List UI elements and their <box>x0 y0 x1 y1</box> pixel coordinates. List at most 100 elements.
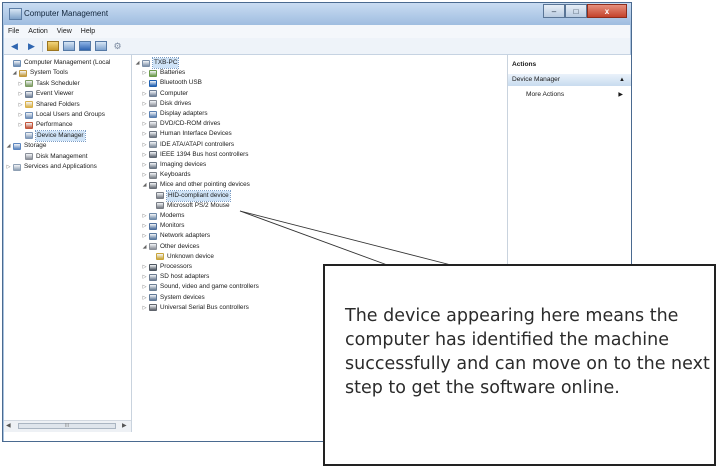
expand-arrow-icon[interactable]: ▷ <box>141 160 148 170</box>
device-tree-item[interactable]: ▷ Imaging devices <box>141 160 206 170</box>
device-tree-item[interactable]: ▷ Human Interface Devices <box>141 129 232 139</box>
tree-item-label: Disk drives <box>160 99 192 107</box>
expand-arrow-icon[interactable]: ▷ <box>141 68 148 78</box>
device-tree-item[interactable]: ▷ DVD/CD-ROM drives <box>141 119 220 129</box>
tree-item[interactable]: Disk Management <box>17 152 88 162</box>
console-tree-icon[interactable] <box>63 41 75 51</box>
device-tree-item[interactable]: ▷ Disk drives <box>141 99 191 109</box>
expand-arrow-icon[interactable]: ▷ <box>141 262 148 272</box>
expand-arrow-icon[interactable]: ▷ <box>141 99 148 109</box>
tree-item-label: Task Scheduler <box>36 79 80 87</box>
maximize-button[interactable]: □ <box>565 4 587 18</box>
menu-view[interactable]: View <box>57 28 72 35</box>
other-devices-icon <box>149 243 157 251</box>
tree-item[interactable]: ▷ Shared Folders <box>17 100 80 110</box>
expand-arrow-icon[interactable]: ▷ <box>141 129 148 139</box>
actions-section-device-manager[interactable]: Device Manager ▲ <box>508 74 631 86</box>
device-tree-item[interactable]: ▷ Keyboards <box>141 170 191 180</box>
expand-arrow-icon[interactable]: ▷ <box>17 100 24 110</box>
device-tree-item[interactable]: ▷ Display adapters <box>141 109 208 119</box>
expand-arrow-icon[interactable]: ▷ <box>141 109 148 119</box>
tree-item[interactable]: Computer Management (Local <box>5 58 110 68</box>
device-tree-item[interactable]: ▷ Computer <box>141 89 188 99</box>
tree-item[interactable]: ▷ Services and Applications <box>5 162 97 172</box>
tree-item-label: Performance <box>36 121 73 129</box>
device-tree-item[interactable]: ◢ TXB-PC <box>134 57 180 69</box>
expand-arrow-icon[interactable]: ▷ <box>17 79 24 89</box>
expand-arrow-icon[interactable]: ▷ <box>141 293 148 303</box>
menu-help[interactable]: Help <box>81 28 95 35</box>
device-tree-item[interactable]: ▷ IEEE 1394 Bus host controllers <box>141 150 248 160</box>
tree-item[interactable]: ▷ Performance <box>17 120 73 130</box>
device-tree-item[interactable]: Microsoft PS/2 Mouse <box>148 201 230 211</box>
expand-arrow-icon[interactable]: ▷ <box>141 89 148 99</box>
forward-arrow-icon[interactable]: ▶ <box>25 41 38 52</box>
menu-action[interactable]: Action <box>28 28 47 35</box>
collapse-triangle-icon[interactable]: ▲ <box>619 74 625 86</box>
device-tree-item[interactable]: ▷ Sound, video and game controllers <box>141 282 259 292</box>
expand-arrow-icon[interactable]: ▷ <box>141 282 148 292</box>
submenu-arrow-icon[interactable]: ▶ <box>618 91 623 98</box>
expand-arrow-icon[interactable]: ▷ <box>141 150 148 160</box>
device-tree-item[interactable]: ▷ SD host adapters <box>141 272 209 282</box>
minimize-button[interactable]: – <box>543 4 565 18</box>
device-tree-item[interactable]: ▷ IDE ATA/ATAPI controllers <box>141 140 234 150</box>
window-title: Computer Management <box>24 9 109 18</box>
expand-arrow-icon[interactable]: ▷ <box>141 170 148 180</box>
tree-item[interactable]: ◢ Storage <box>5 141 46 151</box>
expand-arrow-icon[interactable]: ▷ <box>17 120 24 130</box>
close-button[interactable]: x <box>587 4 627 18</box>
back-arrow-icon[interactable]: ◀ <box>8 41 21 52</box>
collapse-arrow-icon[interactable]: ◢ <box>5 141 12 151</box>
expand-arrow-icon[interactable]: ▷ <box>5 162 12 172</box>
collapse-arrow-icon[interactable]: ◢ <box>141 242 148 252</box>
device-tree-item[interactable]: ▷ Monitors <box>141 221 185 231</box>
tree-item[interactable]: Device Manager <box>17 129 86 142</box>
help-icon[interactable] <box>79 41 91 51</box>
scroll-right-arrow-icon[interactable]: ▶ <box>122 422 127 429</box>
expand-arrow-icon[interactable]: ▷ <box>141 119 148 129</box>
scroll-thumb[interactable]: III <box>18 423 116 429</box>
menu-file[interactable]: File <box>8 28 19 35</box>
expand-arrow-icon[interactable]: ▷ <box>141 272 148 282</box>
keyboard-icon <box>149 171 157 179</box>
device-tree-item[interactable]: ▷ Processors <box>141 262 192 272</box>
left-horizontal-scrollbar[interactable]: ◀ III ▶ <box>4 420 131 432</box>
tree-item[interactable]: ▷ Local Users and Groups <box>17 110 105 120</box>
scan-hardware-icon[interactable]: ⚙ <box>111 41 124 52</box>
device-tree-item[interactable]: Unknown device <box>148 252 214 262</box>
expand-arrow-icon[interactable]: ▷ <box>141 303 148 313</box>
up-folder-icon[interactable] <box>47 41 59 51</box>
tools-icon <box>19 69 27 77</box>
scroll-left-arrow-icon[interactable]: ◀ <box>6 422 11 429</box>
expand-arrow-icon[interactable]: ▷ <box>141 211 148 221</box>
tree-item[interactable]: ▷ Event Viewer <box>17 89 74 99</box>
device-tree-item[interactable]: ▷ Universal Serial Bus controllers <box>141 303 249 313</box>
collapse-arrow-icon[interactable]: ◢ <box>134 58 141 68</box>
more-actions-link[interactable]: More Actions <box>526 91 564 98</box>
tree-item-label: DVD/CD-ROM drives <box>160 120 221 128</box>
expand-arrow-icon[interactable]: ▷ <box>141 221 148 231</box>
device-tree-item[interactable]: ◢ Mice and other pointing devices <box>141 180 250 190</box>
actions-header: Actions <box>512 61 537 68</box>
collapse-arrow-icon[interactable]: ◢ <box>141 180 148 190</box>
expand-arrow-icon[interactable]: ▷ <box>141 231 148 241</box>
tree-item[interactable]: ▷ Task Scheduler <box>17 79 80 89</box>
expand-arrow-icon[interactable]: ▷ <box>17 110 24 120</box>
device-tree-item[interactable]: ▷ System devices <box>141 293 205 303</box>
device-tree-item[interactable]: ▷ Batteries <box>141 68 185 78</box>
device-tree-item[interactable]: HID-compliant device <box>148 189 231 202</box>
expand-arrow-icon[interactable]: ▷ <box>141 78 148 88</box>
title-bar[interactable]: Computer Management – □ x <box>3 3 631 25</box>
expand-arrow-icon[interactable]: ▷ <box>17 89 24 99</box>
tree-item-label: IDE ATA/ATAPI controllers <box>160 140 235 148</box>
tree-item[interactable]: ◢ System Tools <box>11 68 68 78</box>
tree-item-label: System devices <box>160 293 205 301</box>
device-tree-item[interactable]: ◢ Other devices <box>141 242 199 252</box>
expand-arrow-icon[interactable]: ▷ <box>141 140 148 150</box>
device-tree-item[interactable]: ▷ Modems <box>141 211 185 221</box>
device-tree-item[interactable]: ▷ Network adapters <box>141 231 210 241</box>
collapse-arrow-icon[interactable]: ◢ <box>11 68 18 78</box>
device-tree-item[interactable]: ▷ Bluetooth USB <box>141 78 202 88</box>
properties-icon[interactable] <box>95 41 107 51</box>
